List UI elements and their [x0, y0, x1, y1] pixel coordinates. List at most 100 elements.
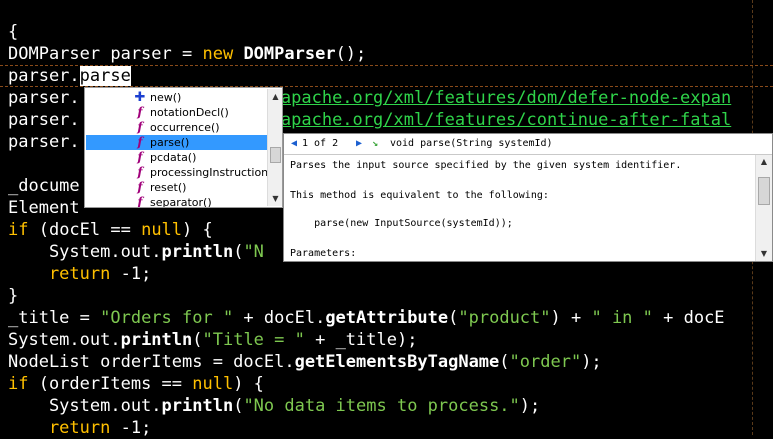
code-text: _docume [8, 176, 80, 196]
signature-text: parse(String systemId) [420, 138, 553, 149]
doc-description: Parses the input source specified by the… [290, 160, 682, 171]
keyword: return [8, 418, 111, 438]
scroll-up-arrow-icon[interactable]: ▲ [268, 89, 282, 104]
overload-pager: 1 of 2 [302, 138, 339, 149]
return-type-icon: ↘ [372, 138, 379, 149]
string-literal: "order" [509, 352, 582, 372]
code-text: ); [519, 396, 541, 416]
function-icon: f [137, 105, 143, 119]
code-text: ) { [233, 374, 264, 394]
code-text: parser. [8, 66, 80, 86]
code-text: parser. [8, 110, 80, 130]
method-name: println [120, 330, 193, 350]
keyword: new [202, 44, 234, 64]
code-line[interactable]: return -1; [8, 263, 151, 285]
method-name: getAttribute [325, 308, 449, 328]
code-text: (); [335, 44, 367, 64]
url-string[interactable]: /apache.org/xml/features/dom/defer-node-… [271, 88, 732, 108]
signature-header: ◀ 1 of 2 ▶ ↘ void parse(String systemId) [284, 134, 772, 155]
scroll-down-arrow-icon[interactable]: ▼ [268, 191, 282, 206]
string-literal: "Orders for " [100, 308, 234, 328]
code-text: ( [233, 396, 244, 416]
code-text: + _title); [304, 330, 418, 350]
string-literal: "Title = " [202, 330, 305, 350]
completion-item-label: new() [150, 91, 182, 104]
code-line[interactable]: _docume [8, 175, 80, 197]
code-line[interactable]: DOMParser parser = new DOMParser(); [8, 43, 366, 65]
doc-parameters-heading: Parameters: [290, 248, 357, 259]
code-text: (orderItems == [28, 374, 193, 394]
url-string[interactable]: /apache.org/xml/features/continue-after-… [271, 110, 732, 130]
scroll-down-arrow-icon[interactable]: ▼ [756, 247, 772, 261]
code-text: (docEl == [28, 220, 142, 240]
method-name: println [161, 242, 234, 262]
code-text: _title = [8, 308, 101, 328]
method-name: getElementsByTagName [294, 352, 500, 372]
string-literal: "N [243, 242, 264, 262]
code-text: } [8, 286, 19, 306]
method-signature: void parse(String systemId) [390, 134, 553, 154]
code-text: + docEl. [233, 308, 326, 328]
code-text: ( [448, 308, 459, 328]
code-line[interactable]: parser. [8, 131, 80, 153]
code-line[interactable]: } [8, 285, 18, 307]
code-line[interactable]: NodeList orderItems = docEl.getElementsB… [8, 351, 602, 373]
documentation-popup[interactable]: ◀ 1 of 2 ▶ ↘ void parse(String systemId)… [283, 133, 773, 262]
string-literal: " in " [591, 308, 653, 328]
code-line[interactable]: System.out.println("No data items to pro… [8, 395, 540, 417]
previous-overload-icon[interactable]: ◀ [291, 134, 297, 154]
code-text: Element [8, 198, 80, 218]
completion-item-selected[interactable]: f parse() [86, 135, 267, 150]
completion-item[interactable]: f separator() [86, 195, 267, 208]
code-line[interactable]: Element [8, 197, 80, 219]
code-text: System.out. [8, 396, 162, 416]
selected-text: parse [79, 66, 131, 86]
code-line-current[interactable]: parser.parse [8, 65, 131, 87]
string-literal: "product" [458, 308, 551, 328]
completion-item[interactable]: f occurrence() [86, 120, 267, 135]
function-icon: f [137, 135, 143, 149]
next-overload-icon[interactable]: ▶ [356, 134, 362, 154]
code-line[interactable]: if (docEl == null) { [8, 219, 213, 241]
scrollbar-thumb[interactable] [758, 177, 770, 205]
method-name: println [161, 396, 234, 416]
completion-item[interactable]: ✚ new() [86, 90, 267, 105]
return-type: void [390, 138, 415, 149]
keyword: return [8, 264, 111, 284]
completion-item-label: parse() [150, 136, 190, 149]
code-text: ) { [182, 220, 213, 240]
keyword: if [8, 220, 29, 240]
doc-code-example: parse(new InputSource(systemId)); [290, 218, 513, 229]
code-line[interactable]: if (orderItems == null) { [8, 373, 264, 395]
completion-scrollbar[interactable]: ▲ ▼ [267, 89, 282, 206]
code-line[interactable]: _title = "Orders for " + docEl.getAttrib… [8, 307, 725, 329]
completion-item[interactable]: f processingInstruction() [86, 165, 276, 180]
code-text: NodeList orderItems = docEl. [8, 352, 295, 372]
code-text: ( [499, 352, 510, 372]
completion-item-label: notationDecl() [150, 106, 229, 119]
function-icon: f [137, 150, 143, 164]
completion-item[interactable]: f notationDecl() [86, 105, 267, 120]
string-literal: "No data items to process." [243, 396, 520, 416]
code-line[interactable]: { [8, 21, 18, 43]
completion-item-label: processingInstruction() [150, 166, 277, 179]
code-completion-popup[interactable]: ✚ new() f notationDecl() f occurrence() f pa… [84, 87, 283, 208]
completion-item-label: separator() [150, 196, 212, 208]
code-text: DOMParser parser = [8, 44, 203, 64]
keyword: if [8, 374, 29, 394]
completion-item[interactable]: f reset() [86, 180, 267, 195]
scrollbar-thumb[interactable] [270, 147, 281, 163]
code-text: ( [192, 330, 203, 350]
code-text: { [8, 22, 19, 42]
code-text: ) + [550, 308, 592, 328]
code-line[interactable]: return -1; [8, 417, 151, 439]
completion-item[interactable]: f pcdata() [86, 150, 267, 165]
doc-scrollbar[interactable]: ▲ ▼ [755, 155, 772, 261]
code-text: -1; [110, 418, 152, 438]
keyword: null [141, 220, 183, 240]
code-text: System.out. [8, 242, 162, 262]
code-line[interactable]: System.out.println("Title = " + _title); [8, 329, 417, 351]
scroll-up-arrow-icon[interactable]: ▲ [756, 155, 772, 169]
code-line[interactable]: System.out.println("N [8, 241, 264, 263]
